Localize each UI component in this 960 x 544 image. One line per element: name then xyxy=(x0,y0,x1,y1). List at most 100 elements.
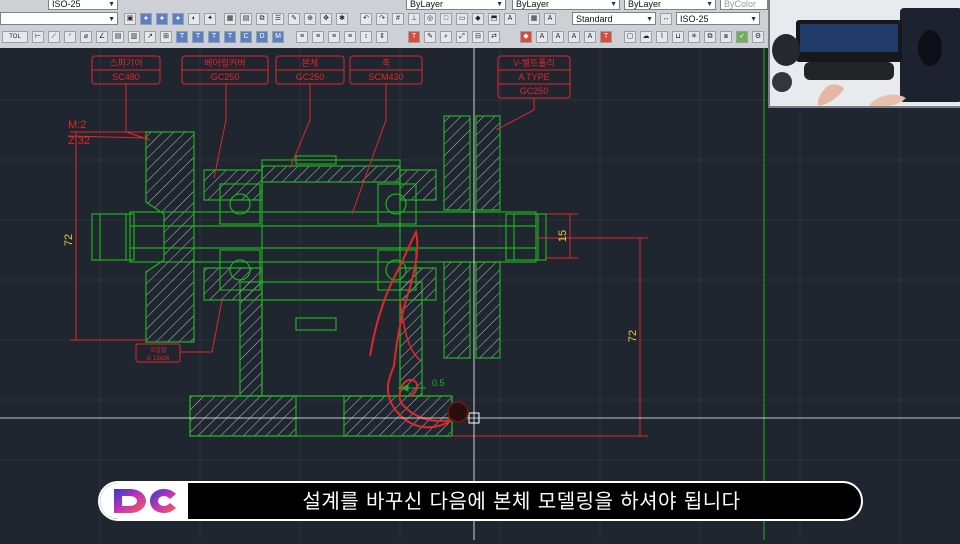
join-icon[interactable]: ⊔ xyxy=(672,31,684,43)
workspace-combo[interactable]: ▼ xyxy=(0,12,118,25)
textstyle-icon[interactable]: A xyxy=(544,13,556,25)
ortho-icon[interactable]: ⊥ xyxy=(408,13,420,25)
linear-dim-icon[interactable]: ⊢ xyxy=(32,31,44,43)
globe-icon[interactable]: ● xyxy=(140,13,152,25)
leader-icon[interactable]: ↗ xyxy=(144,31,156,43)
settings-icon[interactable]: ⚙ xyxy=(752,31,764,43)
bearing-cover-left-top xyxy=(203,169,263,201)
grid-icon[interactable]: # xyxy=(392,13,404,25)
ungroup-icon[interactable]: ⧈ xyxy=(720,31,732,43)
pulley-top-left xyxy=(443,115,471,211)
text-justify-icon[interactable]: ⊟ xyxy=(472,31,484,43)
mark-icon[interactable]: ◆ xyxy=(520,31,532,43)
block-icon[interactable]: ◆ xyxy=(472,13,484,25)
spur-gear-section xyxy=(145,131,195,343)
measure-icon[interactable]: ▭ xyxy=(456,13,468,25)
drawing-canvas[interactable]: 스퍼기어 SC480 베어링커버 GC250 본체 GC250 축 SCM430… xyxy=(0,48,960,540)
text-scale-icon[interactable]: ⤢ xyxy=(456,31,468,43)
baseline-dim-icon[interactable]: ▤ xyxy=(112,31,124,43)
text-a3-icon[interactable]: A xyxy=(568,31,580,43)
justify-icon[interactable]: ≡ xyxy=(344,31,356,43)
space-icon[interactable]: ↕ xyxy=(360,31,372,43)
chevron-down-icon[interactable]: ▼ xyxy=(496,0,503,11)
aligned-dim-icon[interactable]: ⟋ xyxy=(48,31,60,43)
render-icon[interactable]: ● xyxy=(172,13,184,25)
diameter-dim-icon[interactable]: ⌀ xyxy=(80,31,92,43)
polar-icon[interactable]: ◎ xyxy=(424,13,436,25)
text-t-icon[interactable]: T xyxy=(408,31,420,43)
line-space-icon[interactable]: ⇕ xyxy=(376,31,388,43)
chevron-down-icon[interactable]: ▼ xyxy=(108,13,115,26)
angle-dim-icon[interactable]: ∠ xyxy=(96,31,108,43)
dim-edit-icon[interactable]: T xyxy=(176,31,188,43)
chevron-down-icon[interactable]: ▼ xyxy=(646,13,653,26)
text-a4-icon[interactable]: A xyxy=(584,31,596,43)
text-a2-icon[interactable]: A xyxy=(552,31,564,43)
layer-combo-value: ISO-25 xyxy=(52,0,81,9)
text-t2-icon[interactable]: T xyxy=(600,31,612,43)
align-left-icon[interactable]: ≡ xyxy=(296,31,308,43)
zoom-icon[interactable]: ⊕ xyxy=(304,13,316,25)
copy-icon[interactable]: ⧉ xyxy=(256,13,268,25)
dimstyle-combo[interactable]: ISO-25 ▼ xyxy=(676,12,760,25)
chevron-down-icon[interactable]: ▼ xyxy=(750,13,757,26)
revcloud-icon[interactable]: ☁ xyxy=(640,31,652,43)
toolbar-row-styles: ▼ ▣ ● ● ● ◐ ✦ ▦ ▤ ⧉ ☰ ✎ ⊕ ✥ ✱ ↶ ↷ # ⊥ ◎ … xyxy=(0,11,768,27)
dim-d-icon[interactable]: D xyxy=(256,31,268,43)
pulley-bottom-left xyxy=(443,261,471,359)
dimstyle-icon[interactable]: ↔ xyxy=(660,13,672,25)
pulley-bottom-right xyxy=(475,261,501,359)
insert-icon[interactable]: ⬒ xyxy=(488,13,500,25)
dim-update-icon[interactable]: T xyxy=(208,31,220,43)
align-right-icon[interactable]: ≡ xyxy=(328,31,340,43)
wipeout-icon[interactable]: ▢ xyxy=(624,31,636,43)
dim-right-value: 72 xyxy=(627,330,639,342)
dim-style-icon[interactable]: T xyxy=(224,31,236,43)
shaft-material: SCM430 xyxy=(368,72,403,82)
match-icon[interactable]: ✎ xyxy=(288,13,300,25)
attribute-icon[interactable]: A xyxy=(504,13,516,25)
dim-m-icon[interactable]: M xyxy=(272,31,284,43)
text-a1-icon[interactable]: A xyxy=(536,31,548,43)
chevron-down-icon[interactable]: ▼ xyxy=(108,0,115,11)
snap-icon[interactable]: ✱ xyxy=(336,13,348,25)
break-icon[interactable]: ⌇ xyxy=(656,31,668,43)
plotstyle-combo[interactable]: ByColor xyxy=(720,0,768,10)
dim-c-icon[interactable]: C xyxy=(240,31,252,43)
chevron-down-icon[interactable]: ▼ xyxy=(610,0,617,11)
table-icon[interactable]: ▦ xyxy=(528,13,540,25)
subtitle-caption-bar: 설계를 바꾸신 다음에 본체 모델링을 하셔야 됩니다 xyxy=(98,481,863,521)
qdim-icon[interactable]: ⊞ xyxy=(160,31,172,43)
osnap-icon[interactable]: □ xyxy=(440,13,452,25)
align-center-icon[interactable]: ≡ xyxy=(312,31,324,43)
shaft-name: 축 xyxy=(382,58,390,68)
text-find-icon[interactable]: ⌕ xyxy=(440,31,452,43)
sphere-icon[interactable]: ● xyxy=(156,13,168,25)
textstyle-combo[interactable]: Standard ▼ xyxy=(572,12,656,25)
draw-order-icon[interactable]: ▣ xyxy=(124,13,136,25)
redo-icon[interactable]: ↷ xyxy=(376,13,388,25)
layer-icon[interactable]: ▤ xyxy=(240,13,252,25)
dim-text-icon[interactable]: T xyxy=(192,31,204,43)
undo-icon[interactable]: ↶ xyxy=(360,13,372,25)
continue-dim-icon[interactable]: ▥ xyxy=(128,31,140,43)
pan-icon[interactable]: ✥ xyxy=(320,13,332,25)
view-icon[interactable]: ▦ xyxy=(224,13,236,25)
properties-icon[interactable]: ☰ xyxy=(272,13,284,25)
linetype-combo-1[interactable]: ByLayer ▼ xyxy=(406,0,506,10)
gamepad xyxy=(772,34,800,66)
check-icon[interactable]: ✓ xyxy=(736,31,748,43)
layer-combo[interactable]: ISO-25 ▼ xyxy=(48,0,118,10)
materials-icon[interactable]: ◐ xyxy=(188,13,200,25)
radius-dim-icon[interactable]: ◜ xyxy=(64,31,76,43)
lights-icon[interactable]: ✦ xyxy=(204,13,216,25)
explode-icon[interactable]: ✳ xyxy=(688,31,700,43)
tolerance-button[interactable]: TOL xyxy=(2,31,28,43)
group-icon[interactable]: ⧉ xyxy=(704,31,716,43)
chevron-down-icon[interactable]: ▼ xyxy=(706,0,713,11)
mouse xyxy=(918,30,942,66)
text-convert-icon[interactable]: ⇄ xyxy=(488,31,500,43)
lineweight-combo[interactable]: ByLayer ▼ xyxy=(624,0,716,10)
linetype-combo-2[interactable]: ByLayer ▼ xyxy=(512,0,620,10)
text-edit-icon[interactable]: ✎ xyxy=(424,31,436,43)
